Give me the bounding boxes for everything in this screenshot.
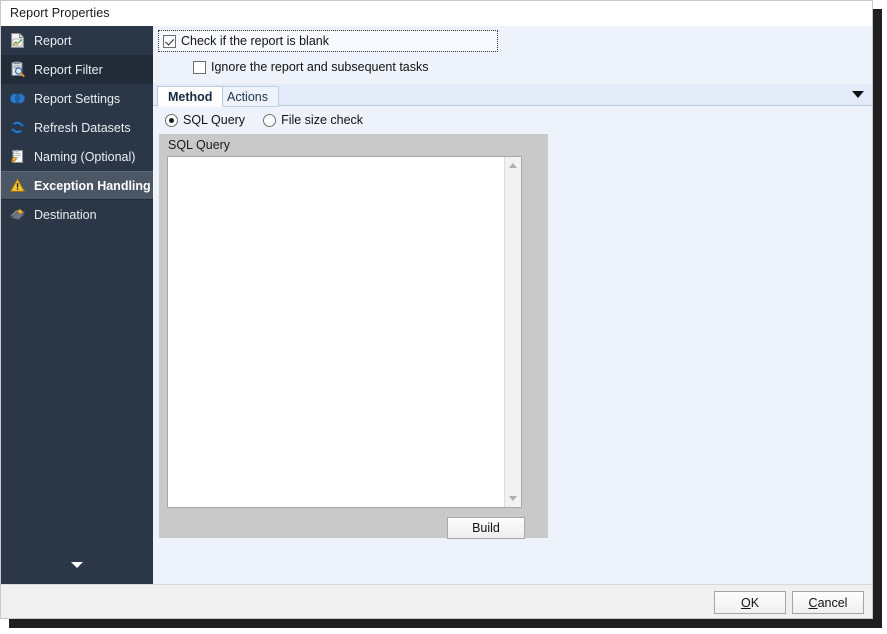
sidebar-item-report-filter[interactable]: Report Filter (1, 55, 153, 84)
checkbox-label: Ignore the report and subsequent tasks (211, 60, 429, 74)
checkbox-box (163, 34, 176, 48)
tab-actions[interactable]: Actions (216, 86, 279, 107)
sidebar-item-label: Report (34, 33, 72, 48)
sidebar-item-naming[interactable]: Naming (Optional) (1, 142, 153, 171)
report-settings-icon (9, 90, 26, 107)
sql-editor-scrollbar[interactable] (504, 157, 521, 507)
radio-label: SQL Query (183, 113, 246, 127)
content-pane: Check if the report is blank Ignore the … (153, 26, 872, 584)
radio-file-size-check[interactable]: File size check (263, 113, 363, 127)
sql-query-group-title: SQL Query (168, 138, 231, 152)
method-radio-group: SQL Query File size check (165, 113, 381, 127)
sidebar-item-label: Naming (Optional) (34, 149, 136, 164)
sidebar-item-refresh-datasets[interactable]: Refresh Datasets (1, 113, 153, 142)
dialog-footer: OK Cancel (1, 584, 872, 618)
cancel-button[interactable]: Cancel (792, 591, 864, 614)
radio-sql-query[interactable]: SQL Query (165, 113, 245, 127)
refresh-datasets-icon (9, 119, 26, 136)
report-document-icon (9, 32, 26, 49)
checkbox-box (193, 60, 206, 74)
scroll-up-arrow-icon[interactable] (505, 157, 521, 174)
ignore-report-and-subsequent-tasks-checkbox[interactable]: Ignore the report and subsequent tasks (193, 60, 429, 74)
build-button[interactable]: Build (447, 517, 525, 539)
scroll-down-arrow-icon[interactable] (505, 490, 521, 507)
cancel-accel: C (808, 595, 818, 610)
sidebar-item-label: Report Settings (34, 91, 121, 106)
sql-query-editor (167, 156, 522, 508)
radio-label: File size check (281, 113, 364, 127)
check-if-report-is-blank-checkbox[interactable]: Check if the report is blank (158, 30, 498, 52)
ok-accel: O (740, 595, 751, 610)
window-title: Report Properties (10, 6, 110, 20)
naming-icon (9, 148, 26, 165)
sidebar-item-label: Refresh Datasets (34, 120, 131, 135)
chevron-down-icon (71, 562, 83, 568)
warning-triangle-icon (9, 177, 26, 194)
sidebar-item-label: Report Filter (34, 62, 103, 77)
sidebar-item-report-settings[interactable]: Report Settings (1, 84, 153, 113)
report-filter-icon (9, 61, 26, 78)
checkbox-label: Check if the report is blank (181, 34, 329, 48)
destination-icon (9, 206, 26, 223)
tab-method[interactable]: Method (157, 86, 224, 107)
sql-query-input[interactable] (168, 157, 505, 507)
sidebar-item-report[interactable]: Report (1, 26, 153, 55)
radio-dot (165, 113, 178, 127)
sql-query-group-panel: SQL Query Build (159, 134, 548, 539)
sidebar-item-label: Destination (34, 207, 97, 222)
sidebar-item-exception-handling[interactable]: Exception Handling (1, 171, 153, 200)
tab-strip: Method Actions (153, 84, 872, 107)
navigation-sidebar: Report Report Filter Report Settings Ref… (1, 26, 153, 584)
cancel-rest: ancel (817, 595, 848, 610)
sidebar-item-destination[interactable]: Destination (1, 200, 153, 229)
radio-dot (263, 113, 277, 127)
ok-button[interactable]: OK (714, 591, 786, 614)
title-bar: Report Properties (1, 1, 872, 26)
ok-rest: K (750, 595, 760, 610)
sidebar-expand-button[interactable] (1, 554, 153, 576)
sidebar-item-label: Exception Handling (34, 178, 151, 193)
chevron-down-icon[interactable] (852, 91, 864, 98)
report-properties-window: Report Properties Report Report Filter R… (0, 0, 873, 619)
